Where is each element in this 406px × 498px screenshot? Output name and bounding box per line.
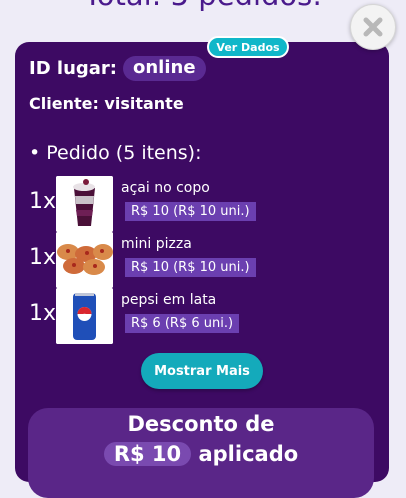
item-name: mini pizza bbox=[121, 236, 192, 252]
item-name: açai no copo bbox=[121, 180, 210, 196]
discount-amount: R$ 10 bbox=[103, 442, 192, 466]
discount-box: Desconto de R$ 10 aplicado bbox=[28, 408, 374, 498]
discount-prefix: Desconto de bbox=[127, 412, 275, 436]
item-quantity: 1x bbox=[29, 301, 57, 326]
mostrar-mais-button[interactable]: Mostrar Mais bbox=[141, 353, 263, 389]
id-lugar-row: ID lugar: online bbox=[29, 56, 206, 81]
cliente-label: Cliente: visitante bbox=[29, 94, 184, 113]
close-icon bbox=[363, 17, 383, 37]
pedido-title: • Pedido (5 itens): bbox=[29, 142, 202, 164]
acai-cup-image bbox=[56, 176, 113, 232]
pepsi-can-image bbox=[56, 288, 113, 344]
close-button[interactable] bbox=[350, 4, 396, 50]
item-price: R$ 6 (R$ 6 uni.) bbox=[125, 314, 240, 333]
id-lugar-label: ID lugar: bbox=[29, 58, 117, 79]
page-title: Total: 5 pedidos: bbox=[0, 0, 406, 12]
item-quantity: 1x bbox=[29, 189, 57, 214]
order-item: 1x açai no copo R$ 10 (R$ 10 uni.) bbox=[29, 176, 289, 234]
mini-pizza-image bbox=[56, 232, 113, 288]
discount-line: R$ 10 aplicado bbox=[28, 442, 374, 466]
order-item: 1x mini pizza R$ 10 (R$ 10 uni.) bbox=[29, 232, 289, 290]
discount-suffix: aplicado bbox=[198, 442, 299, 466]
item-price: R$ 10 (R$ 10 uni.) bbox=[125, 202, 256, 221]
order-item: 1x pepsi em lata R$ 6 (R$ 6 uni.) bbox=[29, 288, 289, 346]
item-quantity: 1x bbox=[29, 245, 57, 270]
id-lugar-value: online bbox=[123, 56, 206, 81]
ver-dados-button[interactable]: Ver Dados bbox=[207, 36, 289, 58]
item-price: R$ 10 (R$ 10 uni.) bbox=[125, 258, 256, 277]
item-name: pepsi em lata bbox=[121, 292, 217, 308]
